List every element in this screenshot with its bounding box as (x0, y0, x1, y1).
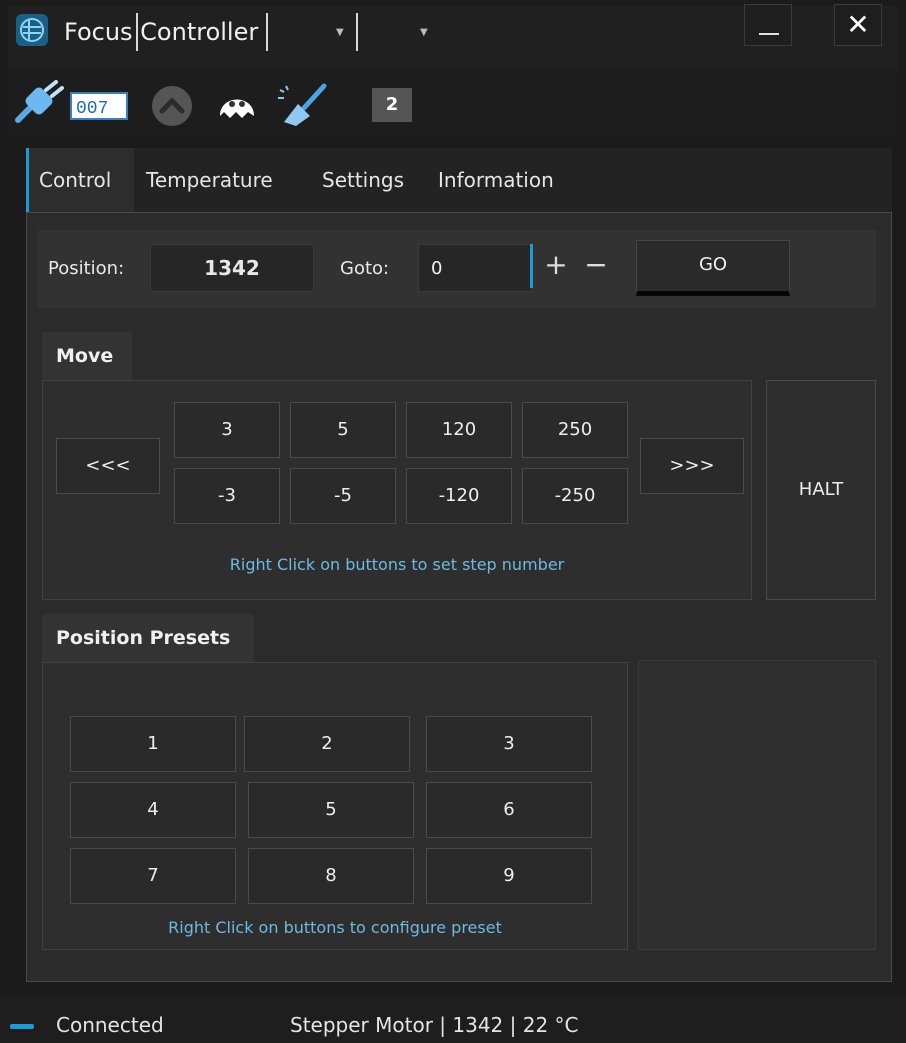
go-button[interactable]: GO (636, 240, 790, 296)
broom-dropdown-icon[interactable]: ▼ (336, 27, 344, 38)
close-button[interactable]: ✕ (834, 4, 882, 46)
tab-control[interactable]: Control (26, 148, 134, 212)
preset-side-panel (638, 660, 876, 950)
step-backward-button[interactable]: -3 (174, 468, 280, 524)
move-hint: Right Click on buttons to set step numbe… (229, 555, 565, 574)
position-label: Position: (48, 258, 125, 279)
window-title: Focus Controller (64, 18, 259, 46)
step-forward-button[interactable]: 3 (174, 402, 280, 458)
badge-icon[interactable]: 2 (372, 88, 412, 122)
tab-temperature[interactable]: Temperature (146, 148, 273, 212)
tab-bar: Control Temperature Settings Information (26, 148, 892, 212)
preset-button[interactable]: 3 (426, 716, 592, 772)
preset-button[interactable]: 2 (244, 716, 410, 772)
move-group-title: Move (42, 332, 132, 380)
tab-settings[interactable]: Settings (322, 148, 404, 212)
svg-text:007: 007 (76, 99, 108, 119)
tab-information[interactable]: Information (438, 148, 554, 212)
step-forward-button[interactable]: 250 (522, 402, 628, 458)
badge-dropdown-icon[interactable]: ▼ (420, 27, 428, 38)
preset-button[interactable]: 6 (426, 782, 592, 838)
position-value: 1342 (150, 244, 314, 292)
step-forward-button[interactable]: 5 (290, 402, 396, 458)
move-right-button[interactable]: >>> (640, 438, 744, 494)
ghost-icon[interactable] (214, 86, 260, 126)
move-left-button[interactable]: <<< (56, 438, 160, 494)
input-caret (530, 244, 533, 288)
decrement-button[interactable]: − (578, 244, 614, 288)
step-backward-button[interactable]: -250 (522, 468, 628, 524)
connection-status: Connected (56, 1013, 164, 1037)
minimize-button[interactable] (744, 4, 792, 46)
halt-button[interactable]: HALT (766, 380, 876, 600)
toolbar (8, 70, 898, 134)
app-logo-icon (16, 14, 48, 46)
presets-hint: Right Click on buttons to configure pres… (168, 918, 502, 937)
broom-icon[interactable] (276, 82, 332, 128)
toolbar-separator (356, 13, 358, 51)
goto-input[interactable] (418, 244, 532, 292)
increment-button[interactable]: + (538, 244, 574, 288)
preset-button[interactable]: 5 (248, 782, 414, 838)
toolbar-separator (266, 13, 268, 51)
preset-button[interactable]: 9 (426, 848, 592, 904)
presets-group-title: Position Presets (42, 614, 254, 662)
chevron-up-icon[interactable] (146, 84, 202, 128)
preset-button[interactable]: 8 (248, 848, 414, 904)
step-backward-button[interactable]: -120 (406, 468, 512, 524)
device-status: Stepper Motor | 1342 | 22 °C (290, 1013, 579, 1037)
preset-button[interactable]: 1 (70, 716, 236, 772)
counter-icon[interactable]: 007 (70, 92, 128, 120)
connection-status-icon (10, 1024, 34, 1029)
preset-button[interactable]: 7 (70, 848, 236, 904)
preset-button[interactable]: 4 (70, 782, 236, 838)
step-backward-button[interactable]: -5 (290, 468, 396, 524)
step-forward-button[interactable]: 120 (406, 402, 512, 458)
goto-label: Goto: (340, 258, 390, 279)
connect-plug-icon[interactable] (14, 80, 64, 124)
toolbar-separator (136, 13, 138, 51)
minimize-icon (759, 33, 779, 35)
